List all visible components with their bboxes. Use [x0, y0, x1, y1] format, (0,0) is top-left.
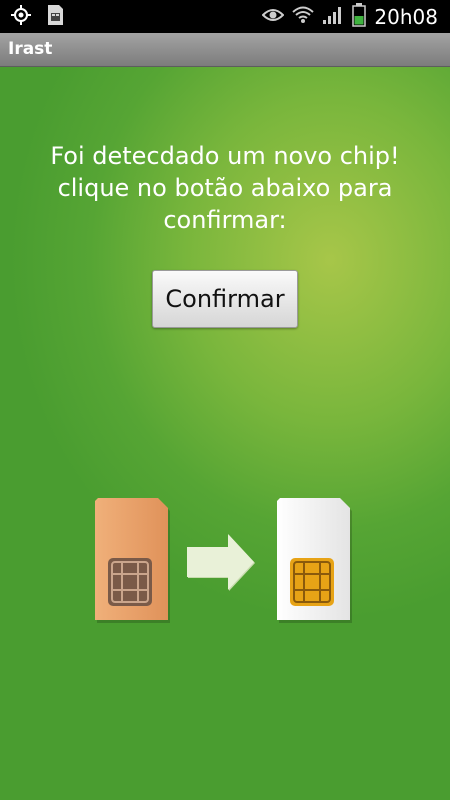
detection-message: Foi detecdado um novo chip! clique no bo… — [25, 140, 425, 236]
confirm-button[interactable]: Confirmar — [152, 270, 298, 328]
old-sim-card-icon — [95, 498, 170, 623]
app-title: Irast — [8, 39, 53, 59]
message-line: Foi detecdado um novo chip! — [50, 142, 400, 170]
gps-icon — [10, 4, 32, 30]
status-time: 20h08 — [374, 4, 438, 29]
battery-icon — [352, 2, 367, 31]
arrow-right-icon — [187, 534, 255, 591]
eye-icon — [262, 7, 285, 27]
signal-icon — [322, 5, 344, 29]
message-line: clique no botão abaixo para — [57, 174, 393, 202]
new-sim-card-icon — [277, 498, 352, 623]
sim-swap-illustration — [0, 490, 450, 630]
message-line: confirmar: — [163, 206, 287, 234]
sd-card-icon — [46, 4, 64, 30]
app-title-bar: Irast — [0, 33, 450, 67]
status-bar: 20h08 — [0, 0, 450, 33]
wifi-icon — [292, 5, 315, 29]
